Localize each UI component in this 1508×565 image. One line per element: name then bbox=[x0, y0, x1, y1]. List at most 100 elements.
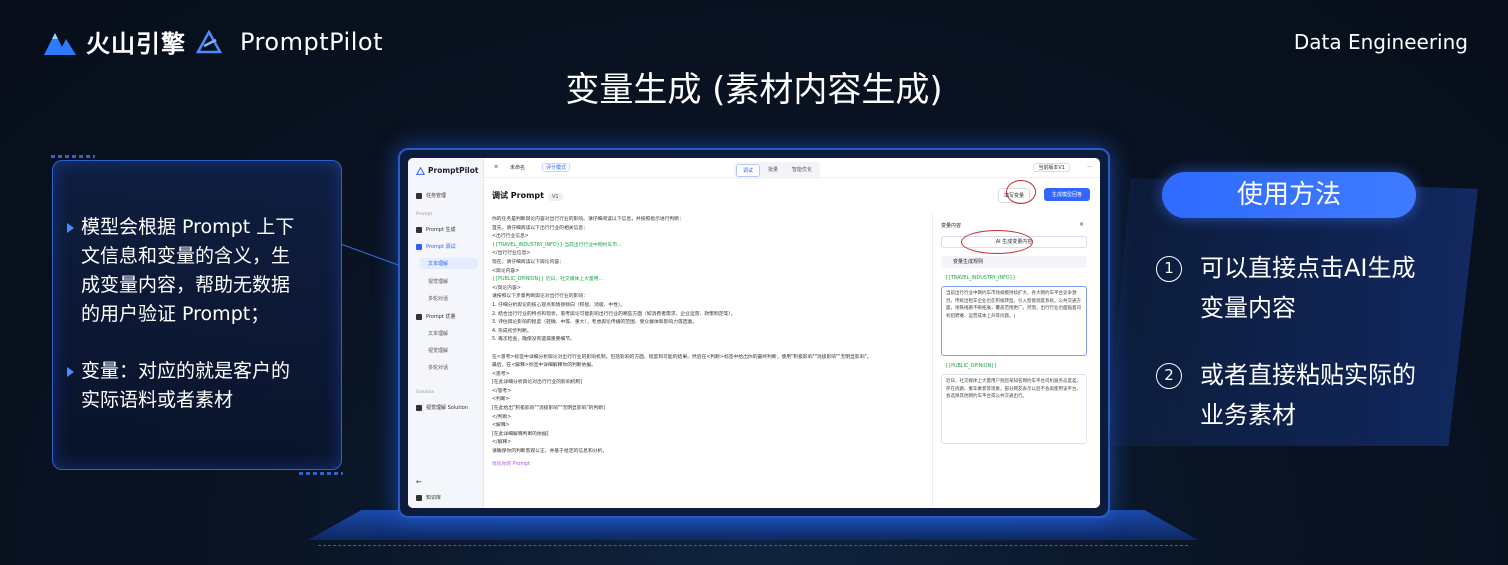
volcano-logo-icon bbox=[44, 29, 76, 55]
prompt-line: [在此详细解释判断的依据] bbox=[492, 431, 549, 437]
card-deco-top bbox=[51, 155, 95, 158]
prompt-line: </解释> bbox=[492, 440, 512, 446]
variable-rule-toggle[interactable]: 变量生成规则 bbox=[941, 256, 1087, 268]
step-1-line1: 可以直接点击AI生成 bbox=[1200, 254, 1416, 282]
prompt-blank bbox=[492, 345, 922, 354]
sidebar-sub-text[interactable]: 文本理解 bbox=[420, 258, 478, 269]
step-1-line2: 变量内容 bbox=[1200, 294, 1296, 322]
bullet2-line2: 实际语料或者素材 bbox=[81, 389, 234, 411]
app-screenshot: PromptPilot 任务管理 Prompt Prompt 生成 Prompt… bbox=[398, 148, 1110, 518]
bullet-model-generates: 模型会根据 Prompt 上下 文信息和变量的含义，生 成变量内容，帮助无数据 … bbox=[66, 213, 295, 329]
sidebar-item-prompt-debug[interactable]: Prompt 调试 bbox=[416, 243, 456, 250]
card-deco-bottom bbox=[299, 472, 343, 475]
debug-icon bbox=[416, 243, 422, 250]
prompt-line: [在此给出"积极影响""消极影响""无明显影响"的判断] bbox=[492, 406, 605, 412]
prompt-line: <判断> bbox=[492, 397, 510, 403]
collapse-arrow-icon[interactable]: ← bbox=[416, 478, 422, 486]
prompt-line: 你的任务是判断舆论内容对出行行业的影响。请仔细阅读以下信息，并按照指示进行判断： bbox=[492, 217, 684, 222]
prompt-line: 2. 结合出行行业的特点和现状，思考舆论可能影响出行行业的哪些方面（如消费者需求… bbox=[492, 311, 736, 317]
step-2-line2: 业务素材 bbox=[1200, 401, 1296, 429]
panel-title: 变量内容 bbox=[941, 223, 962, 229]
prompt-line: 最后，在<解释>标签中详细解释你的判断依据。 bbox=[492, 363, 596, 369]
usage-title: 使用方法 bbox=[1162, 172, 1416, 218]
prompt-line: 请按照以下步骤判断舆论对出行行业的影响： bbox=[492, 294, 588, 300]
variable-input-travel[interactable]: 当前出行行业中网约车市场规模持续扩大，各大网约车平台竞争激烈。传统出租车企业也在… bbox=[941, 286, 1087, 356]
prompt-line: </思考> bbox=[492, 388, 512, 394]
optimize-icon bbox=[416, 313, 422, 320]
highlight-circle-fill-var bbox=[1006, 180, 1036, 204]
sidebar-item-knowledge[interactable]: 知识库 bbox=[416, 494, 441, 501]
prompt-editor[interactable]: 你的任务是判断舆论内容对出行行业的影响。请仔细阅读以下信息，并按照指示进行判断：… bbox=[492, 216, 922, 469]
prompt-line: 3. 评估舆论影响的程度（轻微、中等、重大），考虑舆论传播的范围、受众群体和影响… bbox=[492, 320, 698, 326]
step-1-badge: 1 bbox=[1156, 256, 1182, 282]
section-label: Data Engineering bbox=[1293, 30, 1468, 54]
sidebar-label: Prompt 优量 bbox=[426, 314, 456, 320]
version-badge: V1 bbox=[547, 193, 563, 201]
sidebar-label: 知识库 bbox=[426, 495, 442, 501]
prompt-line: <解释> bbox=[492, 423, 510, 429]
sidebar-sub-text-2[interactable]: 文本理解 bbox=[428, 330, 448, 337]
sidebar-item-prompt-optimize[interactable]: Prompt 优量 bbox=[416, 313, 456, 320]
sidebar-label: 任务管理 bbox=[426, 193, 447, 199]
bullet1-line1: 模型会根据 Prompt 上下 bbox=[81, 216, 295, 238]
prompt-variable[interactable]: {{PUBLIC_OPINION}} 近日，社交媒体上大量用... bbox=[492, 276, 922, 285]
sidebar-item-prompt-gen[interactable]: Prompt 生成 bbox=[416, 226, 456, 233]
more-icon[interactable]: ··· bbox=[1087, 164, 1092, 170]
prompt-line: 在<思考>标签中详细分析舆论对出行行业的影响机制，包括影响的方面、程度和可能的结… bbox=[492, 354, 872, 360]
prompt-line: 4. 形成初步判断。 bbox=[492, 328, 532, 334]
app-logo-text: PromptPilot bbox=[428, 166, 479, 175]
prompt-line: [在此详细分析舆论对出行行业的影响机制] bbox=[492, 380, 583, 386]
prompt-line: <出行行业信息> bbox=[492, 234, 529, 240]
prompt-line: <思考> bbox=[492, 371, 510, 377]
description-card: 模型会根据 Prompt 上下 文信息和变量的含义，生 成变量内容，帮助无数据 … bbox=[51, 155, 343, 475]
step-2-line1: 或者直接粘贴实际的 bbox=[1200, 361, 1416, 389]
variable-label-travel: {{TRAVEL_INDUSTRY_INFO}} bbox=[945, 276, 1016, 281]
pen-icon bbox=[416, 226, 422, 233]
tab-batch[interactable]: 批量 bbox=[762, 164, 784, 177]
promptpilot-logo-icon bbox=[196, 29, 222, 54]
sidebar-item-task[interactable]: 任务管理 bbox=[416, 192, 446, 199]
brand: 火山引擎 PromptPilot bbox=[44, 24, 383, 59]
solution-icon bbox=[416, 404, 422, 411]
step-2-badge: 2 bbox=[1156, 363, 1182, 389]
laptop-base-line bbox=[318, 545, 1188, 546]
version-select[interactable]: 当前版本V1 bbox=[1033, 163, 1070, 172]
step-1-text: 可以直接点击AI生成 变量内容 bbox=[1200, 248, 1416, 328]
bullet1-line3: 成变量内容，帮助无数据 bbox=[81, 274, 291, 296]
folder-icon bbox=[416, 192, 422, 199]
bullet1-line4: 的用户验证 Prompt； bbox=[81, 303, 270, 325]
brand-name: 火山引擎 bbox=[86, 30, 186, 58]
sidebar-sub-multiturn[interactable]: 多轮对话 bbox=[428, 295, 448, 302]
prompt-line: </舆论内容> bbox=[492, 285, 521, 291]
menu-icon[interactable]: ≡ bbox=[494, 164, 498, 170]
bullet1-line2: 文信息和变量的含义，生 bbox=[81, 245, 291, 267]
step-2-text: 或者直接粘贴实际的 业务素材 bbox=[1200, 355, 1416, 435]
variable-input-opinion[interactable]: 近日，社交媒体上大量用户抱怨某知名网约车平台司机服务态度差，存在绕路、乘车乘客等… bbox=[941, 374, 1087, 444]
sidebar-label: Prompt 调试 bbox=[426, 244, 456, 250]
book-icon bbox=[416, 494, 422, 501]
tab-debug[interactable]: 调试 bbox=[736, 164, 761, 177]
editor-title: 调试 Prompt bbox=[492, 191, 544, 200]
prompt-line: </判断> bbox=[492, 414, 512, 420]
close-icon[interactable]: × bbox=[1079, 221, 1084, 228]
sidebar: PromptPilot 任务管理 Prompt Prompt 生成 Prompt… bbox=[408, 158, 484, 508]
tab-optimize[interactable]: 智能优化 bbox=[786, 164, 818, 177]
optimize-prompt-link[interactable]: 优化你的 Prompt bbox=[492, 461, 922, 470]
sidebar-label: Prompt 生成 bbox=[426, 227, 456, 233]
sidebar-item-solution[interactable]: 视觉理解 Solution bbox=[416, 404, 468, 411]
sidebar-sub-vision-2[interactable]: 视觉理解 bbox=[428, 347, 448, 354]
prompt-line: </出行行业信息> bbox=[492, 251, 531, 257]
sidebar-sub-multiturn-2[interactable]: 多轮对话 bbox=[428, 364, 448, 371]
prompt-line: 首先，请仔细阅读以下出行行业的相关信息： bbox=[492, 225, 588, 231]
prompt-variable[interactable]: {{TRAVEL_INDUSTRY_INFO}} 当前出行行业中网约车市... bbox=[492, 242, 922, 251]
variable-panel: 变量内容 × AI 生成变量内容 变量生成规则 {{TRAVEL_INDUSTR… bbox=[932, 214, 1092, 508]
prompt-line: 请确保你的判断客观公正，并基于给定的信息和分析。 bbox=[492, 449, 608, 455]
generate-answer-button[interactable]: 生成模型回答 bbox=[1043, 188, 1090, 201]
variable-label-opinion: {{PUBLIC_OPINION}} bbox=[945, 364, 998, 369]
eval-mode-toggle[interactable]: 评分模式 bbox=[542, 163, 571, 172]
sidebar-sub-vision[interactable]: 视觉理解 bbox=[428, 278, 448, 285]
prompt-line: 现在，请仔细阅读以下舆论内容： bbox=[492, 259, 564, 265]
sidebar-group-solution: Solution bbox=[416, 390, 435, 395]
doc-name[interactable]: 未命名 bbox=[510, 164, 525, 171]
prompt-line: 1. 仔细分析舆论的核心观点和情感倾向（积极、消极、中性）。 bbox=[492, 302, 626, 308]
